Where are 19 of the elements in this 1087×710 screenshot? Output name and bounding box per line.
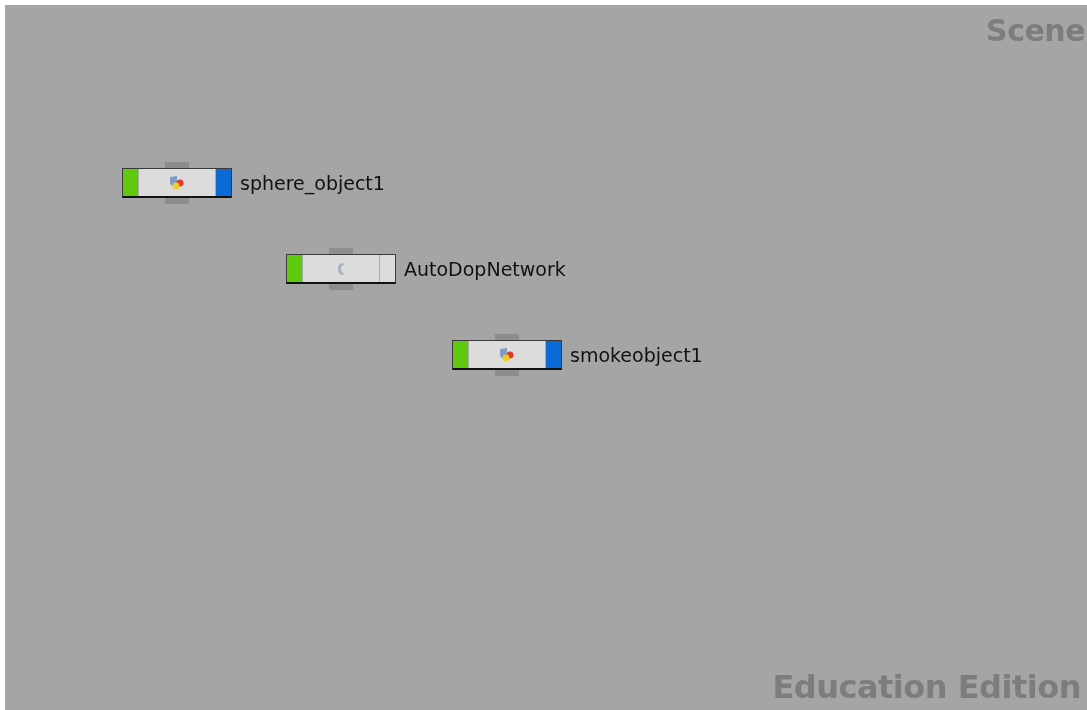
node-label: AutoDopNetwork — [404, 258, 566, 280]
render-flag[interactable] — [545, 341, 561, 368]
input-connector[interactable] — [329, 248, 353, 254]
shapes-icon — [497, 346, 517, 363]
node-label: sphere_object1 — [240, 172, 385, 194]
node-label: smokeobject1 — [570, 344, 703, 366]
display-flag[interactable] — [453, 341, 469, 368]
render-flag[interactable] — [215, 169, 231, 196]
input-connector[interactable] — [495, 334, 519, 340]
input-connector[interactable] — [165, 162, 189, 168]
shapes-icon — [167, 174, 187, 191]
display-flag[interactable] — [287, 255, 303, 282]
output-connector[interactable] — [329, 284, 353, 290]
node-tile[interactable] — [286, 254, 396, 284]
node-tile[interactable] — [452, 340, 562, 370]
output-connector[interactable] — [165, 198, 189, 204]
output-connector[interactable] — [495, 370, 519, 376]
node-tile[interactable] — [122, 168, 232, 198]
display-flag[interactable] — [123, 169, 139, 196]
